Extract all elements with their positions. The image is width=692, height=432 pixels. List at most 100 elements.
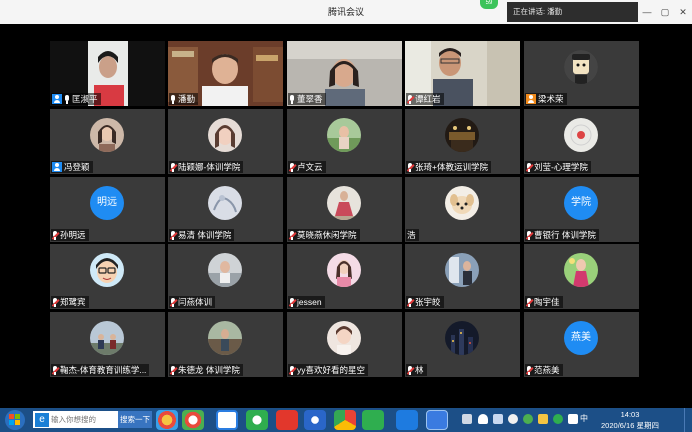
app-icon-media-player[interactable] — [304, 410, 326, 430]
host-icon — [52, 162, 62, 172]
participant-namebar: 朱德龙 体训学院 — [169, 364, 243, 376]
tray-shield-icon[interactable] — [538, 414, 548, 424]
taskbar-clock[interactable]: 14:03 2020/6/16 星期四 — [592, 409, 668, 431]
participant-namebar: 范燕美 — [525, 364, 563, 376]
participant-tile[interactable]: 匡淑平 — [50, 41, 165, 106]
user-photo-icon — [327, 118, 361, 152]
participant-tile[interactable]: 卢文云 — [287, 109, 402, 174]
app-icon-tencent-meeting[interactable] — [216, 410, 238, 430]
participant-namebar: 莫晓燕休闲学院 — [288, 229, 360, 241]
participant-tile[interactable]: 明远 孙明远 — [50, 177, 165, 242]
search-input[interactable] — [51, 415, 117, 424]
participant-tile[interactable]: yy喜欢好看的星空 — [287, 312, 402, 377]
participant-tile[interactable]: jessen — [287, 244, 402, 309]
tray-360-icon[interactable] — [523, 414, 533, 424]
clock-date: 2020/6/16 星期四 — [601, 421, 659, 430]
participant-tile-active-speaker[interactable]: 潘勤 — [168, 41, 283, 106]
participant-tile[interactable]: 冯登颖 — [50, 109, 165, 174]
close-button[interactable]: ✕ — [674, 0, 692, 24]
participant-tile[interactable]: 浩 — [405, 177, 520, 242]
participant-name: 梁术荣 — [538, 94, 564, 104]
participant-tile[interactable]: 闫燕体训 — [168, 244, 283, 309]
participant-avatar — [90, 253, 124, 287]
participant-tile[interactable]: 梁术荣 — [524, 41, 639, 106]
user-photo-icon — [327, 186, 361, 220]
participant-tile[interactable]: 朱德龙 体训学院 — [168, 312, 283, 377]
participant-avatar — [445, 186, 479, 220]
dog-photo-icon — [445, 186, 479, 220]
participant-namebar: yy喜欢好看的星空 — [288, 364, 369, 376]
participant-name: 冯登颖 — [64, 162, 90, 172]
mic-icon — [64, 94, 70, 104]
participant-name: 莫晓燕休闲学院 — [297, 230, 357, 240]
tray-battery-icon[interactable] — [568, 414, 578, 424]
participant-tile[interactable]: 刘莹-心理学院 — [524, 109, 639, 174]
tray-bell-icon[interactable] — [478, 414, 488, 424]
text-avatar: 燕美 — [564, 321, 598, 355]
participant-name: 闫燕体训 — [178, 297, 213, 307]
participant-namebar: 刘莹-心理学院 — [525, 161, 591, 173]
participant-avatar — [208, 321, 242, 355]
wechat-icon[interactable] — [362, 410, 384, 430]
participant-avatar — [564, 118, 598, 152]
participant-avatar — [327, 186, 361, 220]
mic-muted-icon — [169, 297, 178, 307]
participant-namebar: 郑鹭宾 — [51, 296, 89, 308]
app-icon-browser[interactable] — [182, 410, 204, 430]
participant-name: yy喜欢好看的星空 — [297, 365, 366, 375]
app-icon-antivirus[interactable] — [276, 410, 298, 430]
tray-keyboard-icon[interactable] — [462, 414, 472, 424]
minimize-button[interactable]: — — [638, 0, 656, 24]
taskbar-search-box[interactable]: e — [33, 411, 118, 428]
app-icon-pinwheel[interactable] — [156, 410, 178, 430]
text-avatar: 明远 — [90, 186, 124, 220]
network-quality-badge: 59 — [480, 0, 498, 9]
user-photo-icon — [327, 253, 361, 287]
participant-tile[interactable]: 张琦+体教运训学院 — [405, 109, 520, 174]
app-icon-word[interactable] — [426, 410, 448, 430]
participant-tile[interactable]: 鞠杰-体育教育训练学... — [50, 312, 165, 377]
participant-namebar: 鞠杰-体育教育训练学... — [51, 364, 150, 376]
tray-volume-icon[interactable] — [508, 414, 518, 424]
clock-time: 14:03 — [620, 410, 640, 419]
participant-tile[interactable]: 燕美 范燕美 — [524, 312, 639, 377]
user-photo-icon — [564, 118, 598, 152]
participant-tile[interactable]: 张宇皎 — [405, 244, 520, 309]
participant-tile[interactable]: 陶宇佳 — [524, 244, 639, 309]
ime-indicator[interactable]: 中 — [580, 414, 590, 424]
participant-namebar: 匡淑平 — [51, 93, 101, 105]
participant-tile[interactable]: 陆颖娜-体训学院 — [168, 109, 283, 174]
tray-wechat-icon[interactable] — [553, 414, 563, 424]
search-button[interactable]: 搜索一下 — [118, 411, 152, 428]
user-photo-icon — [564, 253, 598, 287]
participant-tile[interactable]: 董翠香 — [287, 41, 402, 106]
participant-namebar: jessen — [288, 296, 325, 308]
participant-name: 陆颖娜-体训学院 — [178, 162, 241, 172]
participant-tile[interactable]: 易清 体训学院 — [168, 177, 283, 242]
mic-muted-icon — [288, 230, 297, 240]
mic-muted-icon — [525, 162, 534, 172]
participant-name: 匡淑平 — [72, 94, 98, 104]
participant-namebar: 张琦+体教运训学院 — [406, 161, 491, 173]
participant-namebar: 陆颖娜-体训学院 — [169, 161, 244, 173]
chrome-icon[interactable] — [334, 410, 356, 430]
participant-tile[interactable]: 林 — [405, 312, 520, 377]
tray-network-icon[interactable] — [493, 414, 503, 424]
mic-muted-icon — [51, 365, 60, 375]
app-icon-blue[interactable] — [396, 410, 418, 430]
participant-avatar — [445, 321, 479, 355]
participant-namebar: 张宇皎 — [406, 296, 444, 308]
mic-muted-icon — [406, 162, 415, 172]
participant-name: 陶宇佳 — [534, 297, 560, 307]
participant-namebar: 冯登颖 — [51, 161, 93, 173]
maximize-button[interactable]: ▢ — [656, 0, 674, 24]
participant-tile[interactable]: 学院 曹银行 体训学院 — [524, 177, 639, 242]
windows-start-icon[interactable] — [2, 409, 28, 431]
participant-tile[interactable]: 郑鹭宾 — [50, 244, 165, 309]
participant-tile[interactable]: 莫晓燕休闲学院 — [287, 177, 402, 242]
app-icon-360-browser[interactable] — [246, 410, 268, 430]
participant-namebar: 林 — [406, 364, 427, 376]
show-desktop-button[interactable] — [684, 408, 692, 432]
participant-name: 范燕美 — [534, 365, 560, 375]
participant-tile[interactable]: 谭红岩 — [405, 41, 520, 106]
